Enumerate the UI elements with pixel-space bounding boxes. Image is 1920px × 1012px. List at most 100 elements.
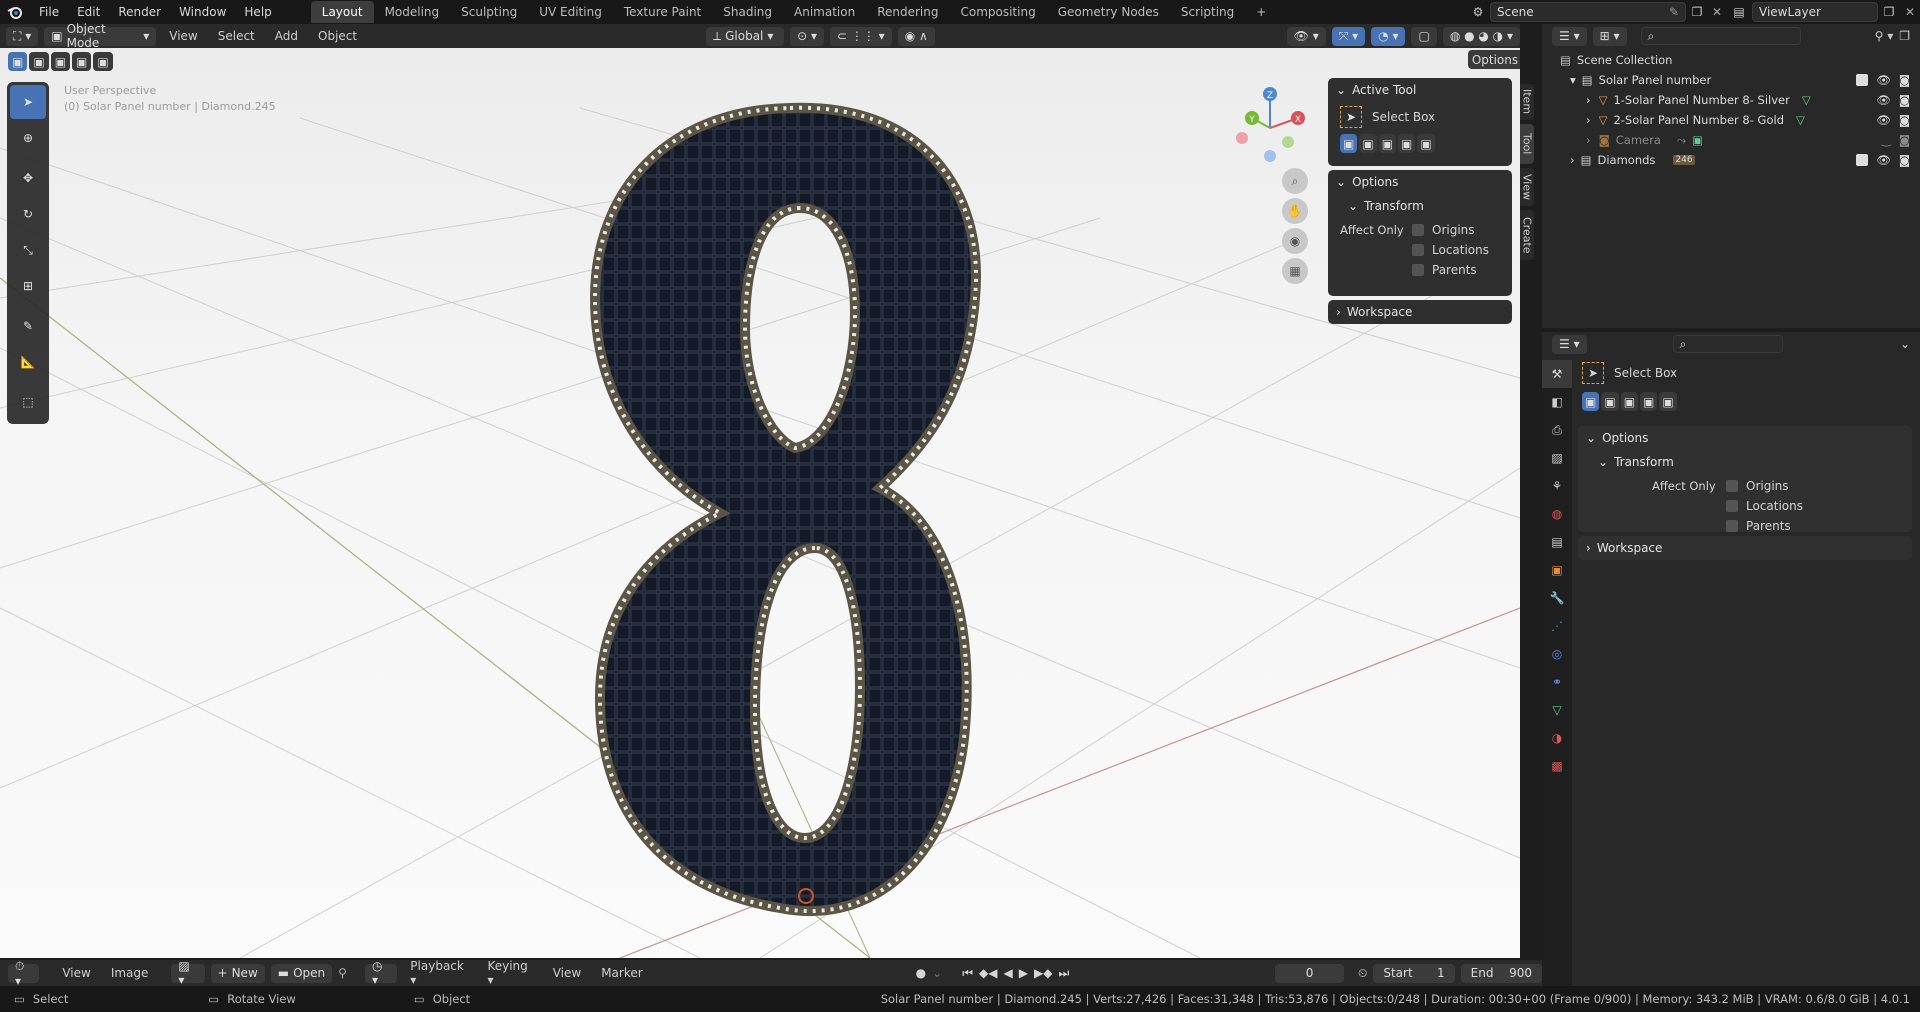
select-new-icon[interactable]: ▣ [1582, 392, 1600, 411]
3d-viewport[interactable]: ▣ ▣ ▣ ▣ ▣ Options ▾ User Perspective (0)… [0, 48, 1520, 958]
tab-modifiers[interactable]: 🔧 [1542, 584, 1572, 612]
select-subtract-icon[interactable]: ▣ [1620, 392, 1639, 411]
select-invert-icon[interactable]: ▣ [1640, 392, 1658, 411]
menu-edit[interactable]: Edit [68, 0, 109, 24]
select-new-icon[interactable]: ▣ [1340, 134, 1358, 153]
tab-constraints[interactable]: ⚭ [1542, 668, 1572, 696]
menu-add[interactable]: Add [268, 29, 305, 43]
transform-header[interactable]: ⌄ Transform [1328, 194, 1512, 218]
scene-icon[interactable]: ⚙ [1466, 5, 1490, 19]
eye-icon[interactable]: 👁 [1876, 153, 1891, 167]
zoom-icon[interactable]: ⌕ [1282, 168, 1308, 194]
overlay-toggle[interactable]: ◔ ▾ [1371, 26, 1406, 46]
select-extend-icon[interactable]: ▣ [1601, 392, 1619, 411]
editor-type-button[interactable]: ☰ ▾ [1552, 26, 1587, 46]
new-scene-icon[interactable]: ❐ [1686, 5, 1708, 19]
move-tool[interactable]: ✥ [10, 161, 46, 195]
blender-logo-icon[interactable] [0, 5, 30, 19]
select-invert-icon[interactable]: ▣ [1398, 134, 1416, 153]
transform-tool[interactable]: ⊞ [10, 269, 46, 303]
measure-tool[interactable]: 📐 [10, 345, 46, 379]
keyframe-dropdown-icon[interactable]: ⌄ [932, 966, 942, 980]
display-mode-button[interactable]: ⊞ ▾ [1592, 26, 1627, 46]
menu-marker[interactable]: Marker [594, 966, 649, 980]
tab-rendering[interactable]: Rendering [866, 1, 949, 23]
outliner-row-gold[interactable]: › ▽ 2-Solar Panel Number 8- Gold ▽ 👁 ◙ [1542, 110, 1920, 130]
tab-physics[interactable]: ◎ [1542, 640, 1572, 668]
menu-help[interactable]: Help [235, 0, 280, 24]
open-image-button[interactable]: ▬ Open [270, 963, 333, 983]
tab-particles[interactable]: ⋰ [1542, 612, 1572, 640]
shading-modes[interactable]: ◍ ● ◕ ◑ ▾ [1442, 26, 1520, 46]
eye-icon[interactable]: 👁 [1876, 93, 1891, 107]
tab-scene[interactable]: ⚘ [1542, 472, 1572, 500]
origins-checkbox[interactable]: Origins [1726, 476, 1803, 496]
tab-tool[interactable]: Tool [1520, 124, 1534, 164]
locations-checkbox[interactable]: Locations [1412, 240, 1489, 260]
next-keyframe-icon[interactable]: ▶◆ [1034, 966, 1052, 980]
checkbox-icon[interactable] [1856, 74, 1869, 86]
select-intersect-icon[interactable]: ▣ [1417, 134, 1435, 153]
xray-toggle[interactable]: ▢ [1411, 26, 1437, 46]
origins-checkbox[interactable]: Origins [1412, 220, 1489, 240]
editor-type-button[interactable]: ☰ ▾ [1552, 334, 1587, 354]
play-icon[interactable]: ▶ [1019, 966, 1028, 980]
mode-selector[interactable]: ▣ Object Mode ▾ [44, 22, 157, 50]
outliner-row-diamonds[interactable]: › ▤ Diamonds 246 👁 ◙ [1542, 150, 1920, 170]
play-reverse-icon[interactable]: ◀ [1004, 966, 1013, 980]
tab-data[interactable]: ▽ [1542, 696, 1572, 724]
outliner-row-camera[interactable]: › ◙ Camera ⤳ ▣ ‿ ◙ [1542, 130, 1920, 150]
tab-scripting[interactable]: Scripting [1170, 1, 1245, 23]
select-extend-icon[interactable]: ▣ [1359, 134, 1377, 153]
tab-texture[interactable]: ▩ [1542, 752, 1572, 780]
tab-view-layer[interactable]: ▨ [1542, 444, 1572, 472]
menu-playback[interactable]: Playback ▾ [403, 959, 474, 987]
parents-checkbox[interactable]: Parents [1726, 516, 1803, 536]
camera-icon[interactable]: ◙ [1899, 133, 1910, 147]
menu-image[interactable]: Image [104, 966, 156, 980]
tab-layout[interactable]: Layout [310, 1, 374, 23]
tab-uv-editing[interactable]: UV Editing [528, 1, 613, 23]
select-intersect-icon[interactable]: ▣ [1659, 392, 1677, 411]
close-icon[interactable]: ✕ [1708, 5, 1726, 19]
tab-render[interactable]: ◧ [1542, 388, 1572, 416]
tab-world[interactable]: ◍ [1542, 500, 1572, 528]
new-view-layer-icon[interactable]: ❐ [1878, 5, 1900, 19]
orientation-selector[interactable]: ⟂ Global ▾ [706, 26, 785, 46]
tab-tool-settings[interactable]: ⚒ [1542, 360, 1572, 388]
record-icon[interactable]: ● [916, 966, 926, 980]
hidden-eye-icon[interactable]: ‿ [1882, 133, 1891, 147]
locations-checkbox[interactable]: Locations [1726, 496, 1803, 516]
jump-start-icon[interactable]: ⏮ [962, 966, 973, 981]
tab-modeling[interactable]: Modeling [374, 1, 451, 23]
camera-view-icon[interactable]: ◉ [1282, 228, 1308, 254]
pan-hand-icon[interactable]: ✋ [1282, 198, 1308, 224]
view-layer-selector[interactable]: ViewLayer [1752, 2, 1878, 22]
active-tool-header[interactable]: ⌄ Active Tool [1328, 78, 1512, 102]
camera-icon[interactable]: ◙ [1899, 93, 1910, 107]
eye-icon[interactable]: 👁 [1876, 73, 1891, 87]
tab-view[interactable]: View [1520, 168, 1534, 206]
transform-header[interactable]: ⌄ Transform [1578, 450, 1912, 474]
prev-keyframe-icon[interactable]: ◆◀ [979, 966, 997, 980]
add-workspace-button[interactable]: + [1245, 1, 1277, 23]
menu-keying[interactable]: Keying ▾ [480, 959, 539, 987]
editor-type-button[interactable]: ⛶ ▾ [6, 26, 39, 46]
rotate-tool[interactable]: ↻ [10, 197, 46, 231]
camera-icon[interactable]: ◙ [1899, 73, 1910, 87]
eye-icon[interactable]: 👁 [1876, 113, 1891, 127]
scene-collection-row[interactable]: ▤ Scene Collection [1542, 50, 1920, 70]
menu-object[interactable]: Object [311, 29, 364, 43]
menu-view[interactable]: View [55, 966, 97, 980]
parents-checkbox[interactable]: Parents [1412, 260, 1489, 280]
annotate-tool[interactable]: ✎ [10, 309, 46, 343]
proportional-edit-toggle[interactable]: ◉ ∧ [897, 26, 935, 46]
select-box-tool[interactable]: ➤ [10, 85, 46, 119]
jump-end-icon[interactable]: ⏭ [1058, 966, 1069, 981]
image-browse-button[interactable]: ▨ ▾ [171, 959, 205, 987]
properties-search-input[interactable]: ⌕ [1672, 335, 1783, 353]
pin-icon[interactable]: ⚲ [338, 966, 347, 980]
camera-icon[interactable]: ◙ [1899, 113, 1910, 127]
current-frame-field[interactable]: 0 [1275, 963, 1344, 983]
pivot-selector[interactable]: ⊙ ▾ [790, 26, 824, 46]
